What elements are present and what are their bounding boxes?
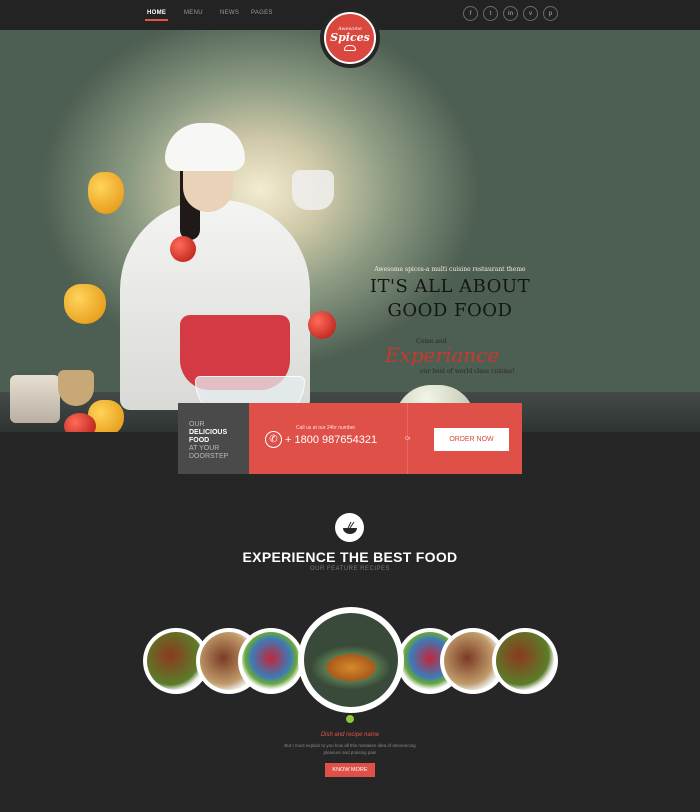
order-now-button[interactable]: ORDER NOW bbox=[434, 428, 509, 451]
pinterest-icon[interactable]: p bbox=[543, 6, 558, 21]
phone-icon: ✆ bbox=[265, 431, 282, 448]
know-more-button[interactable]: KNOW MORE bbox=[325, 763, 375, 777]
vimeo-icon[interactable]: v bbox=[523, 6, 538, 21]
section-subtitle: OUR FEATURE RECIPES bbox=[309, 566, 391, 572]
dish-image bbox=[496, 632, 554, 690]
nav-item-home[interactable]: HOME bbox=[144, 10, 169, 21]
featured-recipe[interactable] bbox=[298, 607, 404, 713]
section-title: EXPERIENCE THE BEST FOOD bbox=[242, 549, 458, 565]
pancake-image bbox=[304, 613, 398, 707]
hero-banner: Awesome spices-a multi cuisine restauran… bbox=[0, 30, 700, 432]
tomato-image bbox=[64, 413, 96, 432]
food-bowl-icon bbox=[335, 513, 364, 542]
recipe-thumbnail[interactable] bbox=[492, 628, 558, 694]
recipe-name: Dish and recipe name bbox=[320, 732, 380, 738]
promo-line: OUR bbox=[189, 421, 205, 428]
logo-main-text: Spices bbox=[330, 30, 370, 44]
pepper-image bbox=[88, 172, 124, 214]
logo-badge: Awesome Spices bbox=[324, 12, 376, 64]
facebook-icon[interactable]: f bbox=[463, 6, 478, 21]
carousel-indicator[interactable] bbox=[346, 715, 354, 723]
recipe-thumbnail[interactable] bbox=[238, 628, 304, 694]
order-bar: ✆ Call us at our 24hr number + 1800 9876… bbox=[249, 403, 522, 474]
hero-heading-block: Awesome spices-a multi cuisine restauran… bbox=[360, 266, 540, 321]
promo-line: FOOD bbox=[189, 437, 210, 444]
mortar-image bbox=[58, 370, 94, 406]
chef-hat bbox=[165, 123, 245, 171]
delivery-promo: OUR DELICIOUS FOOD AT YOUR DOORSTEP bbox=[178, 403, 249, 474]
pitcher-image bbox=[292, 170, 334, 210]
promo-line: AT YOUR bbox=[189, 445, 220, 452]
hero-best-text: our best of world class cuisine! bbox=[420, 368, 515, 375]
jar-image bbox=[10, 375, 60, 423]
linkedin-icon[interactable]: in bbox=[503, 6, 518, 21]
hero-title-line1: IT'S ALL ABOUT bbox=[369, 276, 531, 297]
call-label: Call us at our 24hr number bbox=[296, 425, 356, 431]
nav-item-pages[interactable]: PAGES bbox=[251, 10, 273, 16]
phone-number[interactable]: + 1800 987654321 bbox=[285, 434, 377, 446]
nav-item-menu[interactable]: MENU bbox=[184, 10, 203, 16]
nav-item-news[interactable]: NEWS bbox=[220, 10, 239, 16]
twitter-icon[interactable]: t bbox=[483, 6, 498, 21]
pepper-image bbox=[64, 284, 106, 324]
dish-image bbox=[242, 632, 300, 690]
site-logo[interactable]: Awesome Spices bbox=[320, 8, 380, 68]
hero-experience-script: Experiance bbox=[385, 343, 500, 367]
or-separator: Or bbox=[405, 436, 411, 442]
chef-hat-icon bbox=[344, 44, 356, 51]
promo-line: DOORSTEP bbox=[189, 453, 229, 460]
hero-subtitle: Awesome spices-a multi cuisine restauran… bbox=[374, 266, 526, 273]
hero-title-line2: GOOD FOOD bbox=[387, 300, 513, 321]
tomato-image bbox=[170, 236, 196, 262]
recipe-description: But I must explain to you how all this m… bbox=[284, 743, 416, 755]
tomato-image bbox=[308, 311, 336, 339]
promo-line: DELICIOUS bbox=[189, 429, 228, 436]
